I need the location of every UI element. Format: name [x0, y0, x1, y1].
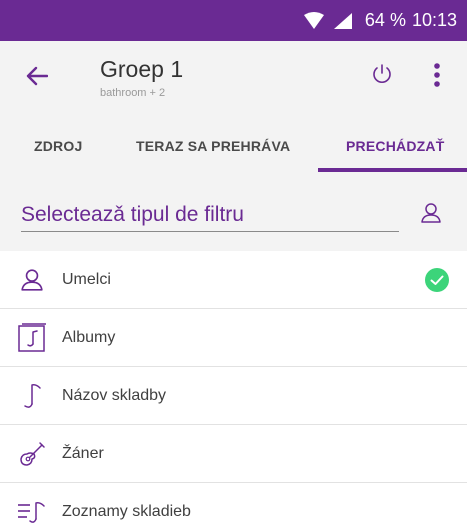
list-item-artists[interactable]: Umelci	[0, 251, 467, 309]
guitar-icon	[17, 439, 47, 469]
power-icon	[373, 64, 391, 83]
app-bar: Groep 1 bathroom + 2	[0, 41, 467, 116]
back-button[interactable]	[22, 61, 52, 91]
person-icon	[17, 265, 47, 295]
tab-bar: ZDROJ TERAZ SA PREHRÁVA PRECHÁDZAŤ	[0, 116, 467, 176]
clock: 10:13	[411, 10, 457, 30]
wifi-icon	[303, 11, 325, 30]
page-title: Groep 1	[100, 56, 184, 82]
more-vert-icon	[434, 63, 440, 87]
list-item-track-name[interactable]: Názov skladby	[0, 367, 467, 425]
tab-browse[interactable]: PRECHÁDZAŤ	[346, 116, 444, 176]
check-circle-icon	[425, 268, 449, 292]
more-menu-button[interactable]	[432, 61, 442, 89]
active-tab-indicator	[318, 168, 467, 172]
list-item-albums[interactable]: Albumy	[0, 309, 467, 367]
power-button[interactable]	[370, 62, 394, 86]
page-subtitle: bathroom + 2	[100, 87, 166, 99]
filter-bar	[0, 176, 467, 251]
list-item-label: Názov skladby	[62, 386, 167, 404]
list-item-genre[interactable]: Žáner	[0, 425, 467, 483]
list-item-label: Umelci	[62, 270, 111, 288]
filter-type-input[interactable]	[21, 198, 399, 232]
music-note-icon	[17, 381, 47, 411]
battery-percent: 64 %	[364, 10, 406, 30]
album-icon	[17, 323, 47, 353]
list-item-playlists[interactable]: Zoznamy skladieb	[0, 483, 467, 523]
tab-now-playing[interactable]: TERAZ SA PREHRÁVA	[136, 116, 290, 176]
person-icon	[421, 203, 441, 223]
signal-icon	[331, 12, 353, 30]
status-bar: 64 % 10:13	[0, 0, 467, 41]
list-item-label: Žáner	[62, 444, 104, 462]
playlist-icon	[17, 497, 47, 523]
list-item-label: Zoznamy skladieb	[62, 503, 191, 520]
zone-title-block: Groep 1 bathroom + 2	[100, 56, 183, 99]
list-item-label: Albumy	[62, 328, 116, 346]
filter-person-button[interactable]	[420, 202, 442, 224]
arrow-left-icon	[26, 66, 48, 86]
filter-type-list: Umelci Albumy Názov skladby Žáner Zoznam…	[0, 251, 467, 523]
tab-source[interactable]: ZDROJ	[34, 116, 82, 176]
